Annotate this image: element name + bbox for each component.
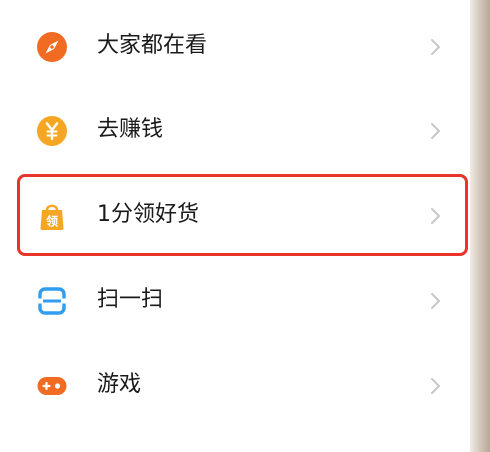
chevron-right-icon <box>431 123 440 139</box>
bag-icon-text: 领 <box>46 214 58 229</box>
menu-item-label: 游戏 <box>97 372 142 397</box>
menu-item-label: 大家都在看 <box>97 33 208 58</box>
menu-item-label: 去赚钱 <box>97 117 164 142</box>
gamepad-icon <box>37 377 67 395</box>
compass-icon <box>37 32 67 62</box>
menu-item-label: 1分领好货 <box>97 202 199 227</box>
chevron-right-icon <box>431 378 440 394</box>
scan-icon <box>38 287 66 315</box>
chevron-right-icon <box>431 208 440 224</box>
menu-item-one-cent-goods[interactable]: 领 1分领好货 <box>0 173 470 257</box>
background-edge <box>470 0 490 452</box>
menu-item-games[interactable]: 游戏 <box>0 343 470 427</box>
shopping-bag-icon: 领 <box>40 204 64 230</box>
chevron-right-icon <box>431 39 440 55</box>
menu-item-earn-money[interactable]: 去赚钱 <box>0 88 470 172</box>
yuan-coin-icon <box>37 116 67 146</box>
menu-item-trending[interactable]: 大家都在看 <box>0 4 470 88</box>
chevron-right-icon <box>431 293 440 309</box>
settings-menu-list: 大家都在看 去赚钱 领 1分领好货 扫一扫 游戏 <box>0 0 470 452</box>
menu-item-scan[interactable]: 扫一扫 <box>0 258 470 342</box>
menu-item-label: 扫一扫 <box>97 287 164 312</box>
